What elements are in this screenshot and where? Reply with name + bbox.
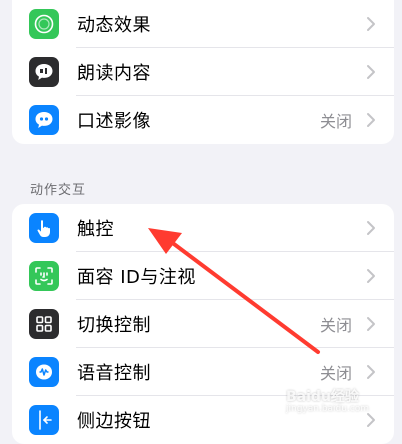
chevron-right-icon xyxy=(367,269,375,283)
speech-bubble-icon xyxy=(29,57,59,87)
row-switch-control[interactable]: 切换控制 关闭 xyxy=(12,300,394,348)
side-button-icon xyxy=(29,405,59,435)
chevron-right-icon xyxy=(367,65,375,79)
row-label: 动态效果 xyxy=(77,15,151,36)
chevron-right-icon xyxy=(367,365,375,379)
row-spoken-content[interactable]: 朗读内容 xyxy=(12,48,394,96)
row-label: 面容 ID与注视 xyxy=(77,267,196,288)
row-label: 朗读内容 xyxy=(77,63,151,84)
voice-control-icon xyxy=(29,357,59,387)
chevron-right-icon xyxy=(367,221,375,235)
row-label: 切换控制 xyxy=(77,315,151,336)
motion-icon xyxy=(29,9,59,39)
row-value: 关闭 xyxy=(319,316,352,335)
chevron-right-icon xyxy=(367,113,375,127)
row-label: 口述影像 xyxy=(77,111,151,132)
row-touch[interactable]: 触控 xyxy=(12,204,394,252)
settings-group-general: 动态效果 朗读内容 口述影像 关闭 xyxy=(12,0,394,144)
row-value: 关闭 xyxy=(319,364,352,383)
watermark-sub: jingyan.baidu.com xyxy=(286,404,370,414)
switch-control-icon xyxy=(29,309,59,339)
section-title: 动作交互 xyxy=(30,183,87,198)
row-face-id[interactable]: 面容 ID与注视 xyxy=(12,252,394,300)
hand-touch-icon xyxy=(29,213,59,243)
row-motion[interactable]: 动态效果 xyxy=(12,0,394,48)
face-id-icon xyxy=(29,261,59,291)
chevron-right-icon xyxy=(367,317,375,331)
watermark-text: Baidu经验 xyxy=(286,389,359,405)
chevron-right-icon xyxy=(367,17,375,31)
watermark: Baidu经验 jingyan.baidu.com xyxy=(286,386,369,414)
quote-bubble-icon xyxy=(29,105,59,135)
row-label: 语音控制 xyxy=(77,363,151,384)
row-label: 触控 xyxy=(77,219,114,240)
row-audio-descriptions[interactable]: 口述影像 关闭 xyxy=(12,96,394,144)
row-value: 关闭 xyxy=(319,112,352,131)
